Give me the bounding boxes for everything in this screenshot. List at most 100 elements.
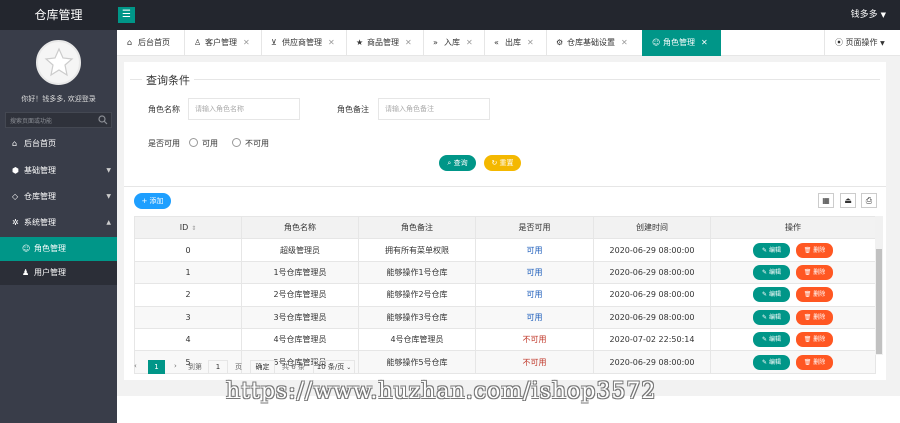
sidebar-item-basic[interactable]: ⬢ 基础管理 ▼ bbox=[0, 159, 117, 183]
menu-toggle-icon[interactable]: ☰ bbox=[118, 7, 135, 23]
table-row[interactable]: 4 4号仓库管理员 4号仓库管理员 不可用 2020-07-02 22:50:14 ✎ 编… bbox=[134, 327, 876, 352]
search-button[interactable]: ⌕ 查询 bbox=[439, 155, 476, 171]
page-operations-menu[interactable]: ⦿ 页面操作 ▼ bbox=[824, 30, 900, 56]
pencil-icon: ✎ bbox=[762, 268, 768, 276]
role-remark-input[interactable]: 请输入角色备注 bbox=[378, 98, 490, 120]
trash-icon: 🗑 bbox=[803, 313, 812, 321]
reset-button[interactable]: ↻ 重置 bbox=[484, 155, 521, 171]
tab-home[interactable]: ⌂ 后台首页 bbox=[117, 30, 184, 56]
sidebar-item-label: 后台首页 bbox=[24, 139, 56, 148]
role-remark-label: 角色备注 bbox=[337, 105, 369, 114]
tab-stock-in[interactable]: » 入库 ✕ bbox=[423, 30, 484, 56]
scrollbar-thumb[interactable] bbox=[876, 249, 882, 354]
table-row[interactable]: 3 3号仓库管理员 能够操作3号仓库 可用 2020-06-29 08:00:00 ✎ 编… bbox=[134, 305, 876, 329]
sidebar-item-label: 仓库管理 bbox=[24, 192, 56, 201]
main-panel: 查询条件 角色名称 请输入角色名称 角色备注 请输入角色备注 是否可用 可用 不… bbox=[124, 62, 886, 380]
delete-button[interactable]: 🗑 删除 bbox=[796, 309, 833, 325]
avatar[interactable] bbox=[36, 40, 81, 85]
goto-page-input[interactable]: 1 bbox=[208, 360, 228, 374]
table-scrollbar[interactable] bbox=[875, 216, 883, 355]
sidebar: 你好！钱多多, 欢迎登录 搜索页面或功能 ⌂ 后台首页 ⬢ 基础管理 ▼ ◇ 仓库管理 ▼… bbox=[0, 30, 117, 423]
sidebar-item-user[interactable]: ♟ 用户管理 bbox=[0, 261, 117, 285]
table-row[interactable]: 1 1号仓库管理员 能够操作1号仓库 可用 2020-06-29 08:00:00 ✎ 编… bbox=[134, 260, 876, 285]
search-icon[interactable] bbox=[98, 115, 108, 125]
add-button[interactable]: + 添加 bbox=[134, 193, 171, 209]
delete-button[interactable]: 🗑 删除 bbox=[796, 242, 833, 258]
role-table: ID ⇕ 角色名称 角色备注 是否可用 创建时间 操作 0 超级管理员 拥有所有菜单权… bbox=[134, 215, 876, 374]
tab-stock-out[interactable]: « 出库 ✕ bbox=[484, 30, 546, 56]
close-icon[interactable]: ✕ bbox=[621, 38, 628, 47]
sort-icon[interactable]: ⇕ bbox=[191, 225, 196, 232]
enabled-label: 是否可用 bbox=[148, 139, 180, 148]
edit-button[interactable]: ✎ 编辑 bbox=[753, 287, 790, 303]
chevron-down-icon: ⌄ bbox=[344, 364, 352, 371]
columns-filter-icon[interactable]: ▦ bbox=[818, 193, 834, 208]
table-row[interactable]: 0 超级管理员 拥有所有菜单权限 可用 2020-06-29 08:00:00 ✎ 编辑 🗑… bbox=[134, 238, 876, 262]
edit-button-label: 编辑 bbox=[768, 358, 781, 366]
column-header-name: 角色名称 bbox=[241, 215, 359, 240]
pencil-icon: ✎ bbox=[762, 313, 768, 321]
edit-button[interactable]: ✎ 编辑 bbox=[753, 242, 790, 258]
edit-button[interactable]: ✎ 编辑 bbox=[753, 264, 790, 280]
tab-product[interactable]: ★ 商品管理 ✕ bbox=[346, 30, 423, 56]
tab-customer[interactable]: ♙ 客户管理 ✕ bbox=[184, 30, 261, 56]
edit-button[interactable]: ✎ 编辑 bbox=[753, 354, 790, 370]
radio-label: 可用 bbox=[202, 139, 218, 148]
prev-page-button[interactable]: ‹ bbox=[134, 362, 137, 370]
delete-button[interactable]: 🗑 删除 bbox=[796, 264, 833, 280]
delete-button[interactable]: 🗑 删除 bbox=[796, 287, 833, 303]
edit-button-label: 编辑 bbox=[768, 246, 781, 254]
goto-label: 到第 bbox=[188, 363, 202, 371]
goto-confirm-button[interactable]: 确定 bbox=[250, 360, 275, 374]
page-size-select[interactable]: 10 条/页 ⌄ bbox=[313, 360, 355, 374]
close-icon[interactable]: ✕ bbox=[405, 38, 412, 47]
radio-disabled[interactable]: 不可用 bbox=[232, 138, 269, 149]
close-icon[interactable]: ✕ bbox=[328, 38, 335, 47]
edit-button[interactable]: ✎ 编辑 bbox=[753, 332, 790, 348]
trash-icon: 🗑 bbox=[803, 246, 812, 254]
trash-icon: 🗑 bbox=[803, 268, 812, 276]
tab-role[interactable]: ☺ 角色管理 ✕ bbox=[642, 30, 721, 56]
table-header-row: ID ⇕ 角色名称 角色备注 是否可用 创建时间 操作 bbox=[134, 215, 876, 240]
radio-enabled[interactable]: 可用 bbox=[189, 138, 218, 149]
export-icon[interactable]: ⏏ bbox=[840, 193, 856, 208]
next-page-button[interactable]: › bbox=[174, 362, 177, 370]
cell-created: 2020-06-29 08:00:00 bbox=[593, 305, 711, 329]
caret-up-icon: ▲ bbox=[106, 219, 111, 226]
sidebar-item-home[interactable]: ⌂ 后台首页 bbox=[0, 132, 117, 156]
close-icon[interactable]: ✕ bbox=[701, 38, 708, 47]
delete-button[interactable]: 🗑 删除 bbox=[796, 332, 833, 348]
user-menu[interactable]: 钱多多 ▼ bbox=[851, 0, 886, 30]
sidebar-item-system[interactable]: ✲ 系统管理 ▲ bbox=[0, 211, 117, 235]
role-name-input[interactable]: 请输入角色名称 bbox=[188, 98, 300, 120]
edit-button[interactable]: ✎ 编辑 bbox=[753, 309, 790, 325]
cell-remark: 能够操作2号仓库 bbox=[358, 283, 476, 307]
page-1-button[interactable]: 1 bbox=[148, 360, 165, 374]
table-row[interactable]: 2 2号仓库管理员 能够操作2号仓库 可用 2020-06-29 08:00:00 ✎ 编… bbox=[134, 283, 876, 307]
sidebar-item-label: 基础管理 bbox=[24, 166, 56, 175]
column-header-id[interactable]: ID ⇕ bbox=[134, 215, 242, 240]
tab-label: 后台首页 bbox=[138, 38, 170, 47]
sidebar-search[interactable]: 搜索页面或功能 bbox=[5, 112, 112, 128]
edit-button-label: 编辑 bbox=[768, 336, 781, 344]
sidebar-item-warehouse[interactable]: ◇ 仓库管理 ▼ bbox=[0, 185, 117, 209]
radio-circle-icon bbox=[232, 138, 241, 147]
user-icon: ♟ bbox=[22, 268, 30, 277]
print-icon[interactable]: ⎙ bbox=[861, 193, 877, 208]
search-icon: ⌕ bbox=[447, 159, 452, 167]
delete-button[interactable]: 🗑 删除 bbox=[796, 354, 833, 370]
sidebar-item-label: 角色管理 bbox=[34, 244, 66, 253]
table-row[interactable]: 5 5号仓库管理员 能够操作5号仓库 不可用 2020-06-29 08:00:00 ✎ … bbox=[134, 350, 876, 374]
trash-icon: 🗑 bbox=[803, 336, 812, 344]
tab-warehouse-settings[interactable]: ⚙ 仓库基础设置 ✕ bbox=[546, 30, 642, 56]
app-title: 仓库管理 bbox=[34, 8, 83, 22]
close-icon[interactable]: ✕ bbox=[527, 38, 534, 47]
cell-remark: 能够操作5号仓库 bbox=[358, 350, 476, 374]
page-unit-label: 页 bbox=[235, 363, 242, 371]
sidebar-item-role[interactable]: ☺ 角色管理 bbox=[0, 237, 117, 261]
tab-label: 入库 bbox=[444, 38, 460, 47]
tab-supplier[interactable]: ⊻ 供应商管理 ✕ bbox=[261, 30, 346, 56]
close-icon[interactable]: ✕ bbox=[466, 38, 473, 47]
close-icon[interactable]: ✕ bbox=[243, 38, 250, 47]
delete-button-label: 删除 bbox=[813, 336, 826, 344]
